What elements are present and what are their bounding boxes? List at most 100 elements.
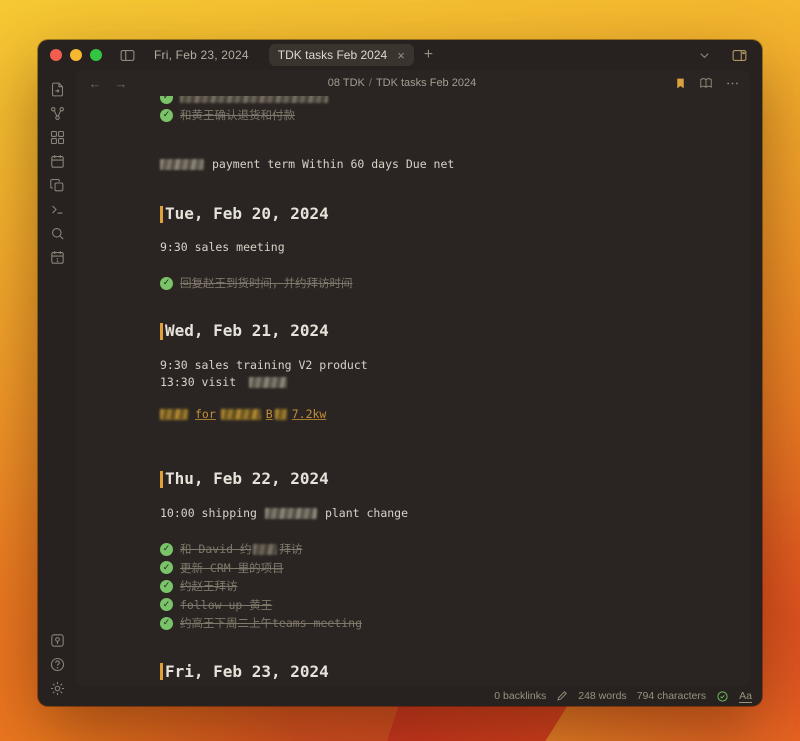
search-icon[interactable] <box>44 221 70 245</box>
forward-icon[interactable]: → <box>112 74 130 92</box>
heading-text: Thu, Feb 22, 2024 <box>165 468 329 490</box>
heading-text: Fri, Feb 23, 2024 <box>165 661 329 683</box>
paragraph-sales-meeting: 9:30 sales meeting <box>160 239 750 256</box>
link-text[interactable]: 7.2kw <box>292 407 327 421</box>
paragraph-text: 10:00 shipping <box>160 506 257 520</box>
redacted-text <box>265 508 317 519</box>
heading-text: Wed, Feb 21, 2024 <box>165 320 329 342</box>
app-window: Fri, Feb 23, 2024 TDK tasks Feb 2024 × + <box>38 40 762 706</box>
redacted-text <box>249 377 287 388</box>
vault-switcher-icon[interactable] <box>44 628 70 652</box>
chevron-down-icon[interactable] <box>693 44 715 66</box>
zoom-window-button[interactable] <box>90 49 102 61</box>
checkbox-checked-icon[interactable]: ✓ <box>160 561 173 574</box>
view-header: ← → 08 TDK / TDK tasks Feb 2024 <box>76 70 750 96</box>
tab-label: TDK tasks Feb 2024 <box>278 48 387 62</box>
checkbox-checked-icon[interactable]: ✓ <box>160 617 173 630</box>
heading-marker <box>160 206 163 223</box>
workspace: 1 ← → 08 TDK / TDK tasks Feb 2024 <box>38 70 762 706</box>
window-title: Fri, Feb 23, 2024 <box>154 48 249 62</box>
graph-icon[interactable] <box>44 101 70 125</box>
backlinks-count[interactable]: 0 backlinks <box>494 690 546 702</box>
traffic-lights <box>50 49 102 61</box>
close-window-button[interactable] <box>50 49 62 61</box>
link-text[interactable]: B <box>266 407 273 421</box>
redacted-text <box>160 159 204 170</box>
tab-close-icon[interactable]: × <box>397 49 405 62</box>
heading-thu: Thu, Feb 22, 2024 <box>160 468 750 490</box>
link-text[interactable]: for <box>195 407 216 421</box>
task-row: ✓ 和 David 约拜访 <box>160 540 750 559</box>
heading-wed: Wed, Feb 21, 2024 <box>160 320 750 342</box>
toggle-left-sidebar-icon[interactable] <box>116 44 138 66</box>
editor-pane: ← → 08 TDK / TDK tasks Feb 2024 <box>76 70 750 686</box>
daily-note-check-icon[interactable] <box>44 149 70 173</box>
minimize-window-button[interactable] <box>70 49 82 61</box>
redacted-text <box>180 96 328 103</box>
help-icon[interactable] <box>44 652 70 676</box>
sync-check-icon <box>716 690 729 703</box>
task-row: ✓ 更新 CRM 里的项目 <box>160 559 750 578</box>
svg-text:1: 1 <box>55 257 59 263</box>
copy-icon[interactable] <box>44 173 70 197</box>
checkbox-checked-icon[interactable]: ✓ <box>160 580 173 593</box>
reading-mode-icon[interactable] <box>698 76 714 90</box>
breadcrumb-separator: / <box>369 77 372 89</box>
edit-mode-icon[interactable] <box>556 690 568 702</box>
task-group-thu: ✓ 和 David 约拜访 ✓ 更新 CRM 里的项目 ✓ 约赵王拜访 ✓ fo… <box>160 540 750 633</box>
left-ribbon: 1 <box>38 70 76 706</box>
settings-gear-icon[interactable] <box>44 676 70 700</box>
calendar-day-icon[interactable]: 1 <box>44 245 70 269</box>
task-label: 和 David 约拜访 <box>180 541 302 557</box>
heading-fri: Fri, Feb 23, 2024 <box>160 661 750 683</box>
task-row: ✓ follow up 黄王 <box>160 596 750 615</box>
paragraph-text: 13:30 visit <box>160 375 236 389</box>
link-line[interactable]: for B 7.2kw <box>160 406 750 423</box>
redacted-text <box>253 544 277 555</box>
checkbox-checked-icon[interactable]: ✓ <box>160 109 173 122</box>
back-icon[interactable]: ← <box>86 74 104 92</box>
heading-text: Tue, Feb 20, 2024 <box>165 203 329 225</box>
task-label: 约赵王拜访 <box>180 578 238 594</box>
titlebar: Fri, Feb 23, 2024 TDK tasks Feb 2024 × + <box>38 40 762 70</box>
status-bar: 0 backlinks 248 words 794 characters Aa <box>494 686 752 706</box>
heading-tue: Tue, Feb 20, 2024 <box>160 203 750 225</box>
paragraph-text: plant change <box>325 506 408 520</box>
task-row: ✓ 约高王下周二上午teams meeting <box>160 614 750 633</box>
bookmark-icon[interactable] <box>674 76 687 91</box>
paragraph-training: 9:30 sales training V2 product 13:30 vis… <box>160 357 750 391</box>
terminal-icon[interactable] <box>44 197 70 221</box>
heading-marker <box>160 323 163 340</box>
checkbox-checked-icon[interactable]: ✓ <box>160 96 173 104</box>
task-row: ✓ 回复赵王到货时间，并约拜访时间 <box>160 274 750 292</box>
new-tab-button[interactable]: + <box>424 46 433 64</box>
task-row: ✓ 和黄王确认退货和付款 <box>160 106 750 124</box>
breadcrumb-file[interactable]: TDK tasks Feb 2024 <box>376 77 476 89</box>
paragraph-shipping: 10:00 shipping plant change <box>160 505 750 522</box>
more-options-icon[interactable] <box>725 76 740 91</box>
character-count: 794 characters <box>637 690 706 702</box>
note-editor[interactable]: ✓ ✓ 和黄王确认退货和付款 payment term Within 60 da… <box>76 96 750 686</box>
task-label: 约高王下周二上午teams meeting <box>180 615 362 631</box>
task-label: 和黄王确认退货和付款 <box>180 107 295 123</box>
redacted-text <box>275 409 287 420</box>
paragraph-text: payment term Within 60 days Due net <box>212 157 454 171</box>
breadcrumb[interactable]: 08 TDK / TDK tasks Feb 2024 <box>130 77 674 89</box>
tab-tdk-tasks[interactable]: TDK tasks Feb 2024 × <box>269 44 414 66</box>
appearance-toggle[interactable]: Aa <box>739 690 752 703</box>
task-label: 回复赵王到货时间，并约拜访时间 <box>180 275 353 291</box>
paragraph-text: 9:30 sales training V2 product <box>160 358 368 372</box>
redacted-text <box>221 409 261 420</box>
task-label: 更新 CRM 里的项目 <box>180 560 284 576</box>
breadcrumb-folder[interactable]: 08 TDK <box>328 77 365 89</box>
checkbox-checked-icon[interactable]: ✓ <box>160 598 173 611</box>
task-row: ✓ 约赵王拜访 <box>160 577 750 596</box>
task-row-clipped: ✓ <box>160 96 750 106</box>
checkbox-checked-icon[interactable]: ✓ <box>160 277 173 290</box>
new-note-icon[interactable] <box>44 77 70 101</box>
task-label: follow up 黄王 <box>180 597 272 613</box>
toggle-right-sidebar-icon[interactable] <box>728 44 750 66</box>
checkbox-checked-icon[interactable]: ✓ <box>160 543 173 556</box>
canvas-grid-icon[interactable] <box>44 125 70 149</box>
heading-marker <box>160 471 163 488</box>
